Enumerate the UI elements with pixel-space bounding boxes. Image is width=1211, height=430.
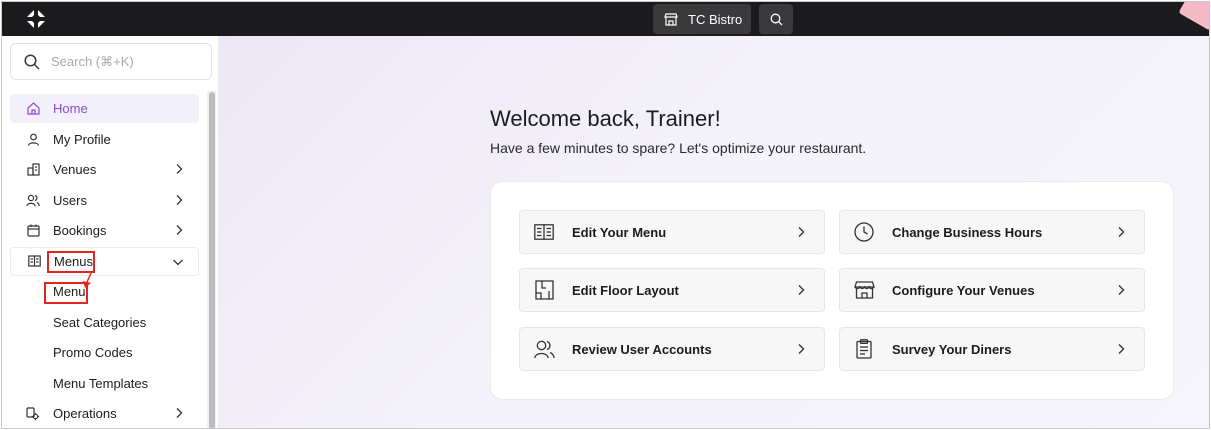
sidebar-item-label: Users	[53, 192, 87, 208]
building-icon	[26, 163, 40, 177]
app-window: TC Bistro Home	[1, 1, 1210, 429]
sidebar-search[interactable]	[10, 43, 212, 80]
chevron-right-icon	[1118, 227, 1125, 237]
action-label: Change Business Hours	[892, 224, 1043, 240]
global-search-button[interactable]	[759, 4, 793, 34]
edit-floor-layout-button[interactable]: Edit Floor Layout	[519, 268, 825, 312]
scrollbar-thumb[interactable]	[209, 92, 215, 428]
sidebar-item-label: Home	[53, 101, 88, 116]
action-label: Survey Your Diners	[892, 341, 1012, 357]
main-content: Welcome back, Trainer! Have a few minute…	[219, 36, 1209, 428]
sidebar-item-bookings[interactable]: Bookings	[10, 216, 199, 245]
quick-actions-card: Edit Your Menu Change Business Hours Edi…	[490, 181, 1174, 400]
action-label: Review User Accounts	[572, 341, 712, 357]
app-logo-icon[interactable]	[24, 7, 48, 31]
operations-gear-icon	[26, 406, 40, 421]
chevron-right-icon	[1118, 285, 1125, 295]
home-icon	[26, 102, 40, 116]
menu-book-icon	[533, 221, 555, 243]
edit-your-menu-button[interactable]: Edit Your Menu	[519, 210, 825, 254]
storefront-icon	[853, 279, 875, 301]
corner-decoration	[1178, 2, 1209, 31]
chevron-down-icon	[173, 259, 183, 265]
highlight-arrow-icon	[83, 270, 93, 288]
action-label: Edit Your Menu	[572, 224, 667, 240]
sidebar-item-venues[interactable]: Venues	[10, 155, 199, 184]
venue-name: TC Bistro	[688, 11, 743, 27]
sidebar-subitem-label: Seat Categories	[53, 314, 147, 330]
sidebar-item-menus[interactable]: Menus	[10, 246, 199, 276]
sidebar-subitem-menu[interactable]: Menu	[10, 277, 199, 306]
users-icon	[533, 338, 555, 360]
users-icon	[26, 193, 40, 207]
storefront-icon	[664, 12, 678, 26]
chevron-right-icon	[798, 285, 805, 295]
sidebar-item-home[interactable]: Home	[10, 94, 199, 123]
chevron-right-icon	[176, 164, 183, 174]
sidebar-item-my-profile[interactable]: My Profile	[10, 125, 199, 154]
sidebar-item-label: Bookings	[53, 223, 107, 238]
top-bar: TC Bistro	[2, 2, 1209, 36]
welcome-subtitle: Have a few minutes to spare? Let's optim…	[490, 140, 867, 156]
action-label: Edit Floor Layout	[572, 282, 679, 298]
menu-book-icon	[27, 254, 41, 268]
sidebar-nav: Home My Profile Venues Users Bookings Me…	[10, 94, 199, 428]
sidebar-subitem-label: Menu Templates	[53, 375, 149, 391]
floor-layout-icon	[533, 279, 555, 301]
sidebar-subitem-seat-categories[interactable]: Seat Categories	[10, 308, 199, 337]
sidebar-subitem-label: Promo Codes	[53, 345, 133, 360]
clipboard-icon	[853, 338, 875, 360]
chevron-right-icon	[798, 227, 805, 237]
survey-your-diners-button[interactable]: Survey Your Diners	[839, 327, 1145, 371]
search-input[interactable]	[51, 54, 191, 69]
sidebar-item-label: Operations	[53, 406, 117, 421]
change-business-hours-button[interactable]: Change Business Hours	[839, 210, 1145, 254]
welcome-heading: Welcome back, Trainer!	[490, 106, 721, 131]
calendar-icon	[26, 224, 40, 238]
chevron-right-icon	[176, 408, 183, 418]
search-icon	[24, 53, 40, 70]
configure-your-venues-button[interactable]: Configure Your Venues	[839, 268, 1145, 312]
chevron-right-icon	[1118, 344, 1125, 354]
action-label: Configure Your Venues	[892, 282, 1035, 298]
venue-switcher-button[interactable]: TC Bistro	[653, 4, 751, 34]
clock-icon	[853, 221, 875, 243]
sidebar-item-users[interactable]: Users	[10, 186, 199, 215]
chevron-right-icon	[798, 344, 805, 354]
sidebar: Home My Profile Venues Users	[2, 36, 219, 428]
sidebar-item-label: Venues	[53, 162, 97, 177]
search-icon	[770, 13, 782, 25]
sidebar-item-operations[interactable]: Operations	[10, 399, 199, 428]
review-user-accounts-button[interactable]: Review User Accounts	[519, 327, 825, 371]
sidebar-subitem-promo-codes[interactable]: Promo Codes	[10, 338, 199, 367]
chevron-right-icon	[176, 225, 183, 235]
sidebar-subitem-menu-templates[interactable]: Menu Templates	[10, 369, 199, 398]
chevron-right-icon	[176, 194, 183, 205]
sidebar-item-label: My Profile	[53, 131, 111, 147]
user-icon	[26, 132, 40, 146]
